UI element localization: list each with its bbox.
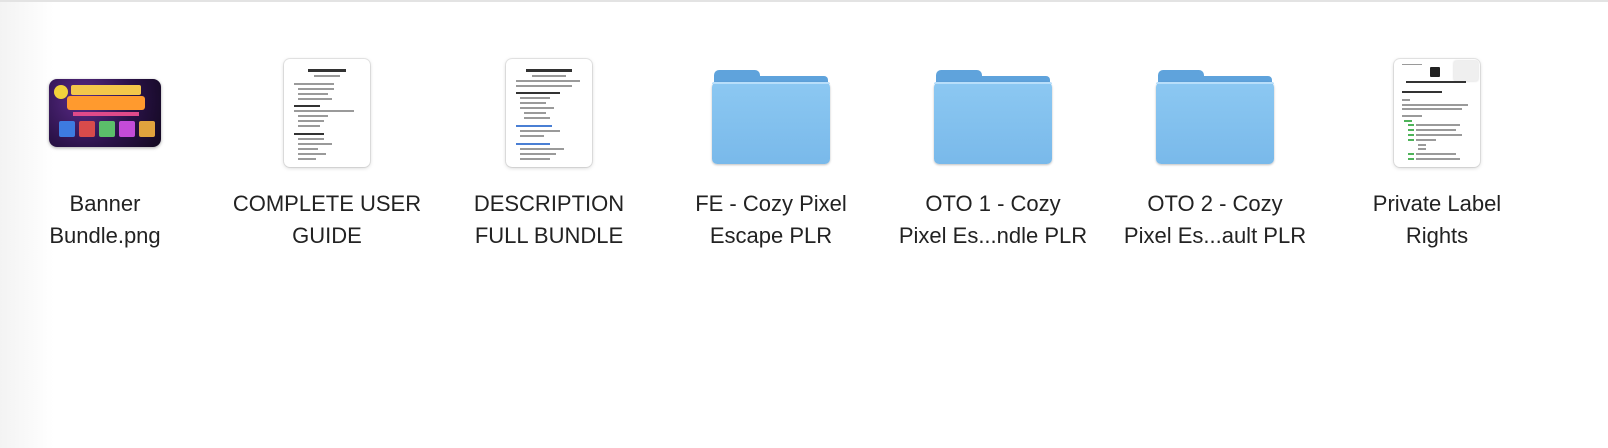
folder-icon[interactable] <box>1104 52 1326 174</box>
banner-thumbnail <box>49 79 161 147</box>
image-file-icon[interactable] <box>0 52 216 174</box>
file-name-label: FE - Cozy Pixel Escape PLR <box>695 191 847 248</box>
document-thumbnail <box>284 59 370 167</box>
document-thumbnail <box>1394 59 1480 167</box>
file-item-description-full-bundle[interactable]: DESCRIPTION FULL BUNDLE <box>438 52 660 252</box>
folder-item-oto-2[interactable]: OTO 2 - Cozy Pixel Es...ault PLR <box>1104 52 1326 252</box>
file-item-banner-bundle[interactable]: Banner Bundle.png <box>0 52 216 252</box>
file-name-label: COMPLETE USER GUIDE <box>232 191 422 248</box>
folder-item-oto-1[interactable]: OTO 1 - Cozy Pixel Es...ndle PLR <box>882 52 1104 252</box>
file-item-private-label-rights[interactable]: Private Label Rights <box>1326 52 1548 252</box>
document-thumbnail <box>506 59 592 167</box>
document-icon[interactable] <box>438 52 660 174</box>
file-grid: Banner Bundle.png COMPLETE USER GUIDE DE… <box>0 0 1608 448</box>
document-icon[interactable] <box>216 52 438 174</box>
file-name-label: OTO 1 - Cozy Pixel Es...ndle PLR <box>898 191 1088 248</box>
folder-item-fe-cozy-pixel[interactable]: FE - Cozy Pixel Escape PLR <box>660 52 882 252</box>
file-name-label: Banner Bundle.png <box>49 191 161 248</box>
folder-icon[interactable] <box>660 52 882 174</box>
folder-icon[interactable] <box>882 52 1104 174</box>
file-item-complete-user-guide[interactable]: COMPLETE USER GUIDE <box>216 52 438 252</box>
file-name-label: OTO 2 - Cozy Pixel Es...ault PLR <box>1123 191 1307 248</box>
file-name-label: DESCRIPTION FULL BUNDLE <box>473 191 625 248</box>
document-icon[interactable] <box>1326 52 1548 174</box>
finder-window: Banner Bundle.png COMPLETE USER GUIDE DE… <box>0 0 1608 448</box>
file-name-label: Private Label Rights <box>1372 191 1502 248</box>
